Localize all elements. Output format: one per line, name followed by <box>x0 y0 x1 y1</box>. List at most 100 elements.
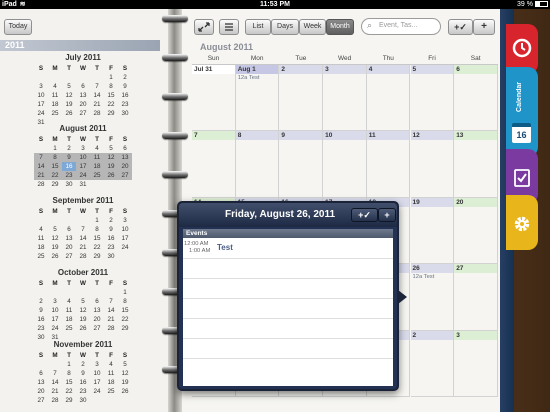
mini-day[interactable]: 26 <box>48 252 62 261</box>
mini-day[interactable]: 14 <box>48 378 62 387</box>
day-cell[interactable]: 19 <box>410 197 455 265</box>
mini-day[interactable]: 17 <box>118 234 132 243</box>
mini-day[interactable]: 13 <box>118 153 132 162</box>
mini-day[interactable]: 13 <box>76 91 90 100</box>
mini-day[interactable]: 11 <box>104 369 118 378</box>
view-month-button[interactable]: Month <box>326 19 354 35</box>
mini-day[interactable]: 6 <box>76 82 90 91</box>
mini-day[interactable]: 31 <box>76 180 90 189</box>
mini-day[interactable]: 22 <box>90 243 104 252</box>
mini-day[interactable]: 28 <box>76 252 90 261</box>
event-row[interactable]: 12:00 AM 1:00 AM Test <box>183 240 393 258</box>
mini-day[interactable]: 20 <box>62 243 76 252</box>
day-cell[interactable]: 6 <box>454 65 498 132</box>
mini-day[interactable]: 29 <box>104 109 118 118</box>
mini-day[interactable]: 30 <box>118 109 132 118</box>
mini-day[interactable]: 21 <box>76 243 90 252</box>
mini-day[interactable]: 6 <box>90 297 104 306</box>
mini-day[interactable]: 22 <box>48 171 62 180</box>
mini-day[interactable]: 8 <box>90 225 104 234</box>
day-cell[interactable]: 5 <box>410 65 455 132</box>
menu-button[interactable] <box>219 19 239 35</box>
mini-day[interactable]: 3 <box>118 216 132 225</box>
mini-day[interactable]: 19 <box>48 243 62 252</box>
mini-day[interactable]: 23 <box>34 324 48 333</box>
mini-day[interactable]: 16 <box>104 234 118 243</box>
mini-day[interactable]: 22 <box>118 315 132 324</box>
mini-day[interactable]: 13 <box>90 306 104 315</box>
mini-day[interactable]: 24 <box>118 243 132 252</box>
popover-add-event-button[interactable]: + <box>378 208 396 222</box>
mini-day[interactable]: 10 <box>76 153 90 162</box>
mini-day[interactable]: 18 <box>48 100 62 109</box>
new-task-button[interactable]: +✓ <box>448 19 473 35</box>
mini-day[interactable]: 22 <box>62 387 76 396</box>
mini-day[interactable]: 1 <box>48 144 62 153</box>
mini-day[interactable]: 2 <box>76 360 90 369</box>
mini-day[interactable]: 30 <box>104 252 118 261</box>
mini-day[interactable]: 29 <box>48 180 62 189</box>
mini-day[interactable]: 5 <box>48 225 62 234</box>
mini-day[interactable]: 1 <box>104 73 118 82</box>
mini-day[interactable]: 19 <box>62 100 76 109</box>
mini-day[interactable]: 11 <box>48 91 62 100</box>
mini-day[interactable]: 20 <box>118 162 132 171</box>
mini-day[interactable]: 3 <box>76 144 90 153</box>
mini-day[interactable]: 28 <box>90 109 104 118</box>
mini-day[interactable]: 30 <box>76 396 90 405</box>
mini-day[interactable]: 27 <box>118 171 132 180</box>
mini-day[interactable]: 17 <box>48 315 62 324</box>
mini-day[interactable]: 29 <box>118 324 132 333</box>
mini-day[interactable]: 4 <box>90 144 104 153</box>
mini-day[interactable]: 9 <box>62 153 76 162</box>
day-cell[interactable]: 27 <box>454 264 498 331</box>
event-chip[interactable]: 12a Test <box>236 75 279 81</box>
mini-day[interactable]: 10 <box>118 225 132 234</box>
mini-day[interactable]: 18 <box>90 162 104 171</box>
day-cell[interactable]: 4 <box>366 65 411 132</box>
mini-day[interactable]: 3 <box>90 360 104 369</box>
expand-button[interactable] <box>194 19 214 35</box>
mini-day[interactable]: 7 <box>104 297 118 306</box>
mini-day[interactable]: 23 <box>118 100 132 109</box>
mini-day[interactable]: 23 <box>104 243 118 252</box>
tab-calendar[interactable]: Calendar 16 <box>506 67 538 157</box>
day-cell[interactable]: 26 12a Test <box>410 264 455 331</box>
day-cell[interactable]: Jul 31 <box>192 65 236 132</box>
mini-day[interactable]: 16 <box>62 162 76 171</box>
mini-day[interactable]: 23 <box>62 171 76 180</box>
mini-day[interactable]: 21 <box>48 387 62 396</box>
view-week-button[interactable]: Week <box>299 19 326 35</box>
mini-day[interactable]: 21 <box>90 100 104 109</box>
mini-day[interactable]: 18 <box>34 243 48 252</box>
tab-settings[interactable] <box>506 195 538 250</box>
mini-day[interactable]: 27 <box>90 324 104 333</box>
mini-day[interactable]: 5 <box>76 297 90 306</box>
mini-day[interactable]: 14 <box>104 306 118 315</box>
mini-day[interactable]: 16 <box>34 315 48 324</box>
mini-day[interactable]: 24 <box>34 109 48 118</box>
mini-day[interactable]: 19 <box>118 378 132 387</box>
mini-day[interactable]: 8 <box>62 369 76 378</box>
mini-day[interactable]: 25 <box>34 252 48 261</box>
popover-add-task-button[interactable]: +✓ <box>351 208 378 222</box>
mini-day[interactable]: 26 <box>62 109 76 118</box>
mini-day[interactable]: 1 <box>62 360 76 369</box>
mini-day[interactable]: 24 <box>48 324 62 333</box>
mini-day[interactable]: 12 <box>118 369 132 378</box>
mini-day[interactable]: 2 <box>62 144 76 153</box>
mini-day[interactable]: 13 <box>62 234 76 243</box>
mini-day[interactable]: 16 <box>118 91 132 100</box>
mini-day[interactable]: 29 <box>90 252 104 261</box>
mini-day[interactable]: 5 <box>62 82 76 91</box>
mini-day[interactable]: 17 <box>76 162 90 171</box>
mini-day[interactable]: 25 <box>62 324 76 333</box>
mini-day[interactable]: 11 <box>62 306 76 315</box>
mini-day[interactable]: 9 <box>118 82 132 91</box>
mini-day[interactable]: 27 <box>34 396 48 405</box>
mini-day[interactable]: 20 <box>34 387 48 396</box>
mini-day[interactable]: 26 <box>104 171 118 180</box>
mini-day[interactable]: 10 <box>34 91 48 100</box>
mini-day[interactable]: 23 <box>76 387 90 396</box>
day-cell[interactable]: 10 <box>323 131 367 198</box>
